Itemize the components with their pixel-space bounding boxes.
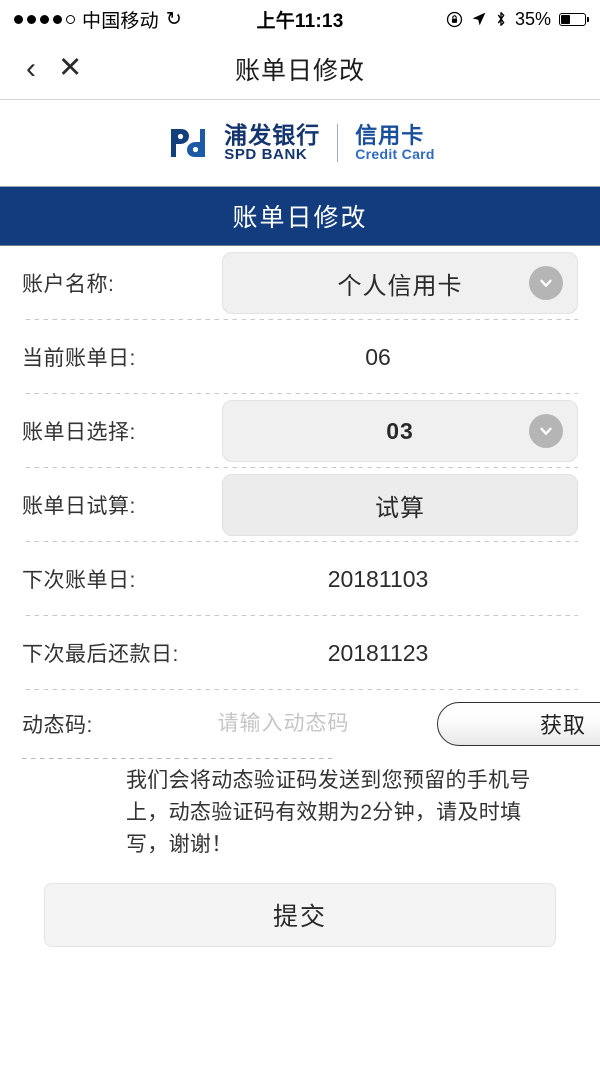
- brand-header: 浦发银行 SPD BANK 信用卡 Credit Card: [0, 100, 600, 186]
- spiral-icon: ↻: [165, 8, 182, 30]
- brand-product-block: 信用卡 Credit Card: [355, 124, 435, 162]
- chevron-down-circle-icon: [529, 414, 563, 448]
- signal-strength-icon: [14, 14, 75, 24]
- bill-date-select-value: 03: [386, 417, 414, 444]
- chevron-down-circle-icon: [529, 266, 563, 300]
- next-bill-date-label: 下次账单日:: [22, 569, 136, 592]
- status-bar-right: 35%: [446, 8, 589, 30]
- row-next-bill-date: 下次账单日: 20181103: [22, 542, 578, 616]
- section-banner: 账单日修改: [0, 186, 600, 246]
- bluetooth-icon: [495, 10, 507, 28]
- submit-button-label: 提交: [272, 902, 327, 931]
- bill-date-select-dropdown[interactable]: 03: [222, 400, 578, 462]
- row-next-repayment-date: 下次最后还款日: 20181123: [22, 616, 578, 690]
- chevron-left-icon[interactable]: ‹: [26, 53, 36, 84]
- rotation-lock-icon: [446, 11, 463, 28]
- account-name-value: 个人信用卡: [337, 272, 463, 300]
- bill-date-trial-label: 账单日试算:: [22, 495, 136, 518]
- dynamic-code-note: 我们会将动态验证码发送到您预留的手机号上，动态验证码有效期为2分钟，请及时填写，…: [126, 769, 531, 856]
- trial-calculate-button[interactable]: 试算: [222, 474, 578, 536]
- nav-buttons: ‹ ✕: [0, 53, 82, 84]
- battery-icon: [559, 12, 589, 26]
- get-code-label: 获取: [539, 713, 586, 738]
- brand-name-cn: 浦发银行: [224, 121, 321, 148]
- row-current-bill-date: 当前账单日: 06: [22, 320, 578, 394]
- row-account-name: 账户名称: 个人信用卡: [22, 246, 578, 320]
- battery-percent-label: 35%: [514, 8, 551, 29]
- next-repayment-date-label: 下次最后还款日:: [22, 643, 179, 666]
- status-bar-left: 中国移动 ↻: [14, 6, 182, 33]
- submit-area: 提交: [22, 861, 578, 947]
- location-arrow-icon: [471, 11, 487, 27]
- trial-calculate-label: 试算: [375, 494, 425, 522]
- get-code-button[interactable]: 获取: [437, 702, 600, 746]
- phone-screen: 中国移动 ↻ 上午11:13 35% ‹ ✕ 账单日修改 浦发银行 SPD BA…: [0, 0, 600, 1067]
- submit-button[interactable]: 提交: [44, 882, 556, 947]
- status-bar: 中国移动 ↻ 上午11:13 35%: [0, 0, 600, 38]
- row-dynamic-code: 动态码: 获取: [22, 690, 600, 758]
- close-icon[interactable]: ✕: [58, 54, 82, 83]
- brand-product-cn: 信用卡: [355, 122, 425, 148]
- spd-bank-logo-icon: [165, 123, 211, 163]
- row-bill-date-trial: 账单日试算: 试算: [22, 468, 578, 542]
- current-bill-date-label: 当前账单日:: [22, 347, 136, 370]
- carrier-label: 中国移动: [82, 10, 159, 32]
- section-banner-title: 账单日修改: [232, 204, 368, 232]
- dynamic-code-label: 动态码:: [22, 714, 93, 737]
- row-bill-date-select: 账单日选择: 03: [22, 394, 578, 468]
- brand-product-en: Credit Card: [355, 145, 435, 162]
- brand-divider: [337, 124, 339, 162]
- brand-name-block: 浦发银行 SPD BANK: [224, 123, 320, 164]
- bill-date-select-label: 账单日选择:: [22, 421, 136, 444]
- account-name-label: 账户名称:: [22, 273, 115, 296]
- account-name-dropdown[interactable]: 个人信用卡: [222, 252, 578, 314]
- page-title: 账单日修改: [234, 56, 365, 85]
- form: 账户名称: 个人信用卡 当前账单日: 06 账单日选择: 03 账单日试算: 试…: [0, 246, 600, 947]
- next-bill-date-value: 20181103: [327, 565, 429, 592]
- brand-name-en: SPD BANK: [224, 145, 308, 163]
- next-repayment-date-value: 20181123: [327, 639, 429, 666]
- dynamic-code-input[interactable]: [142, 712, 425, 736]
- navigation-bar: ‹ ✕ 账单日修改: [0, 38, 600, 100]
- current-bill-date-value: 06: [365, 343, 391, 370]
